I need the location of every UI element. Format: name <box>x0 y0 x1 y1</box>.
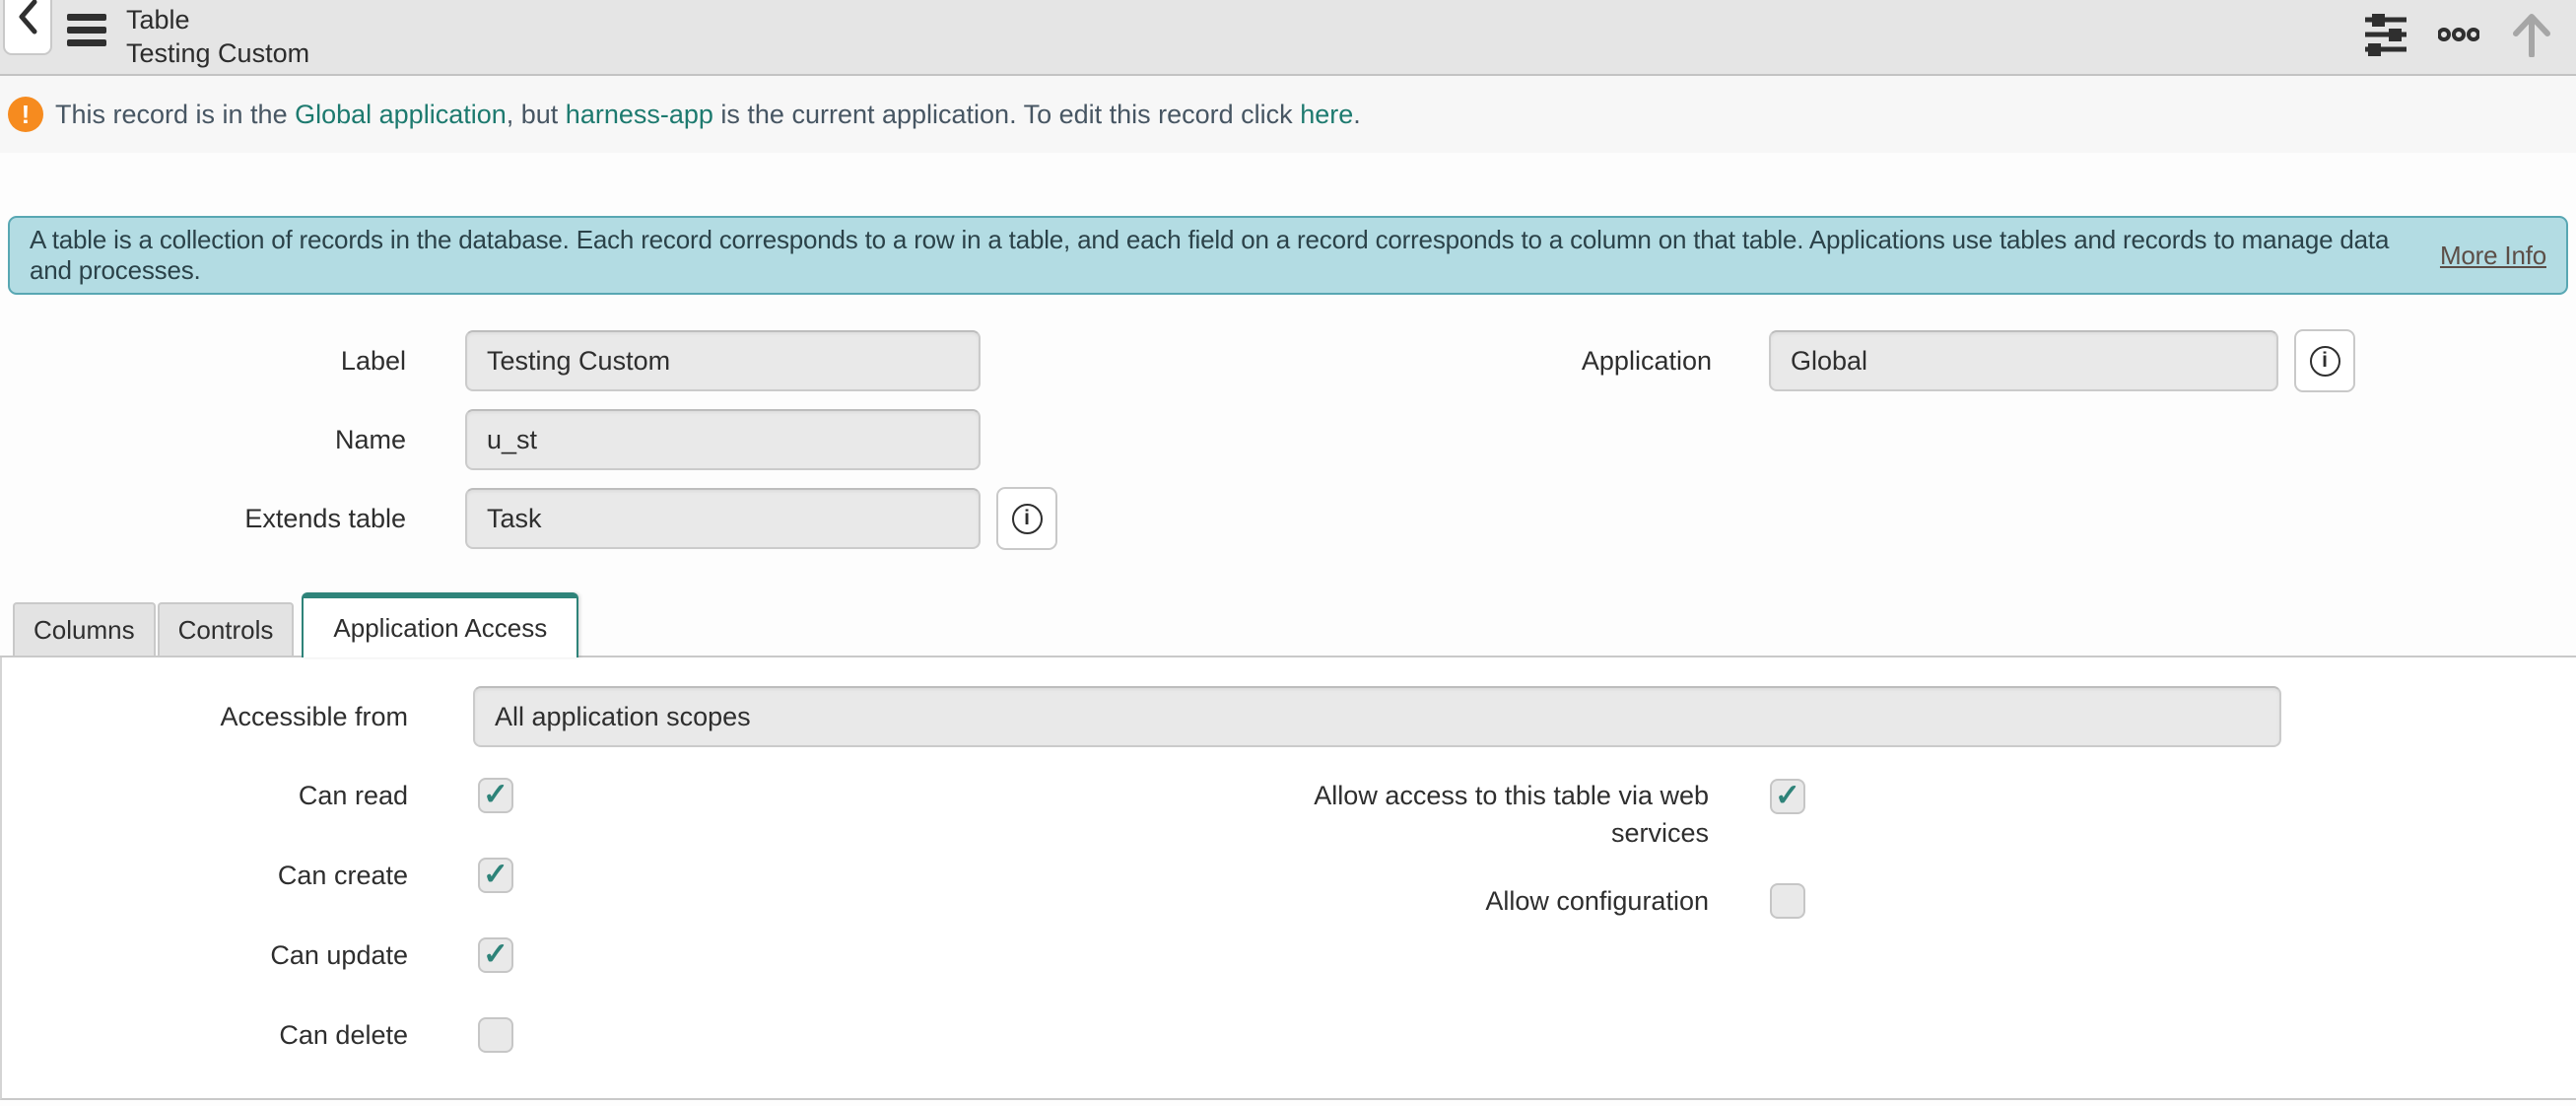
info-banner-text: A table is a collection of records in th… <box>30 225 2432 286</box>
form-fields: Label Testing Custom Name u_st Extends t… <box>0 330 2576 567</box>
application-info-button[interactable]: i <box>2294 329 2355 392</box>
checkmark-icon: ✓ <box>483 859 508 889</box>
form-right-column: Application Global i <box>1288 330 2576 567</box>
more-info-link[interactable]: More Info <box>2440 241 2546 271</box>
can-read-checkbox[interactable]: ✓ <box>478 778 513 813</box>
can-delete-row: Can delete ✓ <box>2 1016 1290 1054</box>
application-field-row: Application Global i <box>1288 330 2576 391</box>
record-subtitle: Testing Custom <box>126 36 309 70</box>
can-create-row: Can create ✓ <box>2 857 1290 894</box>
info-icon: i <box>1012 504 1043 534</box>
table-record-page: Table Testing Custom <box>0 0 2576 1106</box>
back-button[interactable] <box>3 0 52 55</box>
warning-text: is the current application. To edit this… <box>713 100 1300 129</box>
can-read-label: Can read <box>2 777 408 814</box>
header-actions <box>2363 0 2552 74</box>
info-icon: i <box>2310 346 2340 377</box>
can-update-checkbox[interactable]: ✓ <box>478 937 513 973</box>
can-update-row: Can update ✓ <box>2 936 1290 974</box>
allow-configuration-label: Allow configuration <box>1290 882 1709 920</box>
can-update-label: Can update <box>2 936 408 974</box>
web-services-row: Allow access to this table via web servi… <box>1290 777 2576 852</box>
accessible-from-label: Accessible from <box>2 702 408 732</box>
application-field[interactable]: Global <box>1769 330 2278 391</box>
warning-message: This record is in the Global application… <box>55 100 1361 130</box>
form-header: Table Testing Custom <box>0 0 2576 76</box>
label-field-row: Label Testing Custom <box>0 330 1288 391</box>
global-application-link[interactable]: Global application <box>295 100 507 129</box>
tab-controls[interactable]: Controls <box>158 602 295 656</box>
cross-scope-warning-banner: ! This record is in the Global applicati… <box>0 76 2576 153</box>
edit-record-here-link[interactable]: here <box>1300 100 1353 129</box>
name-field-row: Name u_st <box>0 409 1288 470</box>
tab-application-access[interactable]: Application Access <box>302 592 578 657</box>
scroll-to-top-button[interactable] <box>2511 12 2552 62</box>
hamburger-menu-icon <box>67 14 106 46</box>
can-delete-checkbox[interactable]: ✓ <box>478 1017 513 1053</box>
can-delete-label: Can delete <box>2 1016 408 1054</box>
extends-table-field-label: Extends table <box>0 504 406 534</box>
name-field-label: Name <box>0 425 406 455</box>
web-services-label: Allow access to this table via web servi… <box>1290 777 1709 852</box>
access-right-column: Allow access to this table via web servi… <box>1290 777 2576 962</box>
label-field-label: Label <box>0 346 406 377</box>
warning-text: This record is in the <box>55 100 295 129</box>
tab-columns[interactable]: Columns <box>13 602 156 656</box>
can-read-row: Can read ✓ <box>2 777 1290 814</box>
warning-text: . <box>1353 100 1361 129</box>
application-field-label: Application <box>1288 346 1712 377</box>
ellipsis-icon <box>2438 27 2479 47</box>
checkmark-icon: ✓ <box>1775 780 1800 810</box>
extends-table-info-button[interactable]: i <box>996 487 1057 550</box>
form-left-column: Label Testing Custom Name u_st Extends t… <box>0 330 1288 567</box>
can-create-label: Can create <box>2 857 408 894</box>
access-checkbox-columns: Can read ✓ Can create ✓ Can update ✓ <box>2 777 2576 1096</box>
application-access-panel: Accessible from All application scopes C… <box>0 657 2576 1100</box>
more-options-button[interactable] <box>2438 27 2479 47</box>
web-services-checkbox[interactable]: ✓ <box>1770 779 1805 814</box>
accessible-from-field[interactable]: All application scopes <box>473 686 2281 747</box>
checkmark-icon: ✓ <box>483 938 508 969</box>
form-context-menu-button[interactable] <box>67 14 106 46</box>
access-left-column: Can read ✓ Can create ✓ Can update ✓ <box>2 777 1290 1096</box>
arrow-up-icon <box>2511 12 2552 62</box>
warning-text: , but <box>507 100 566 129</box>
name-field[interactable]: u_st <box>465 409 981 470</box>
header-titles: Table Testing Custom <box>126 3 309 70</box>
can-create-checkbox[interactable]: ✓ <box>478 858 513 893</box>
form-tabs: Columns Controls Application Access <box>0 592 2576 657</box>
accessible-from-row: Accessible from All application scopes <box>2 686 2576 747</box>
warning-icon: ! <box>8 97 43 132</box>
personalize-form-button[interactable] <box>2363 12 2408 62</box>
chevron-left-icon <box>17 0 38 53</box>
harness-app-link[interactable]: harness-app <box>566 100 713 129</box>
table-info-banner: A table is a collection of records in th… <box>8 216 2568 295</box>
sliders-icon <box>2363 12 2408 62</box>
allow-configuration-row: Allow configuration ✓ <box>1290 882 2576 920</box>
label-field[interactable]: Testing Custom <box>465 330 981 391</box>
page-title: Table <box>126 3 309 36</box>
extends-table-field[interactable]: Task <box>465 488 981 549</box>
checkmark-icon: ✓ <box>483 779 508 809</box>
extends-table-field-row: Extends table Task i <box>0 488 1288 549</box>
allow-configuration-checkbox[interactable]: ✓ <box>1770 883 1805 919</box>
